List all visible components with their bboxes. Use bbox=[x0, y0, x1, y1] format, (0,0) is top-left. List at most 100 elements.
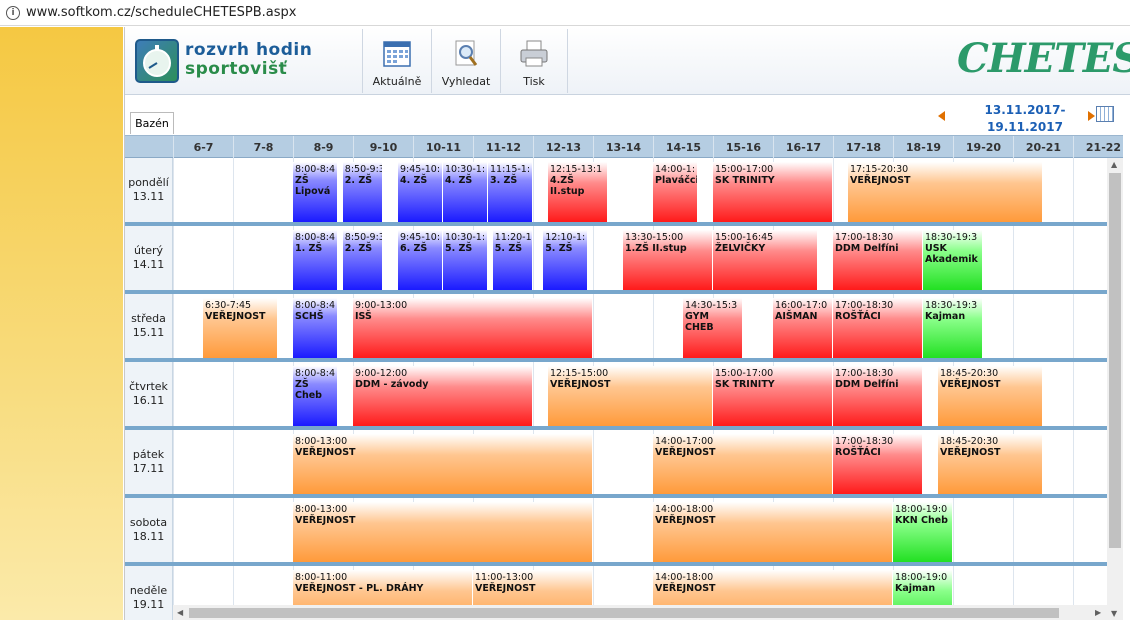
event-time: 11:00-13:00 bbox=[475, 572, 534, 583]
day-row-5: sobota 18.11 8:00-13:00 VEŘEJNOST 14:00-18:0… bbox=[125, 498, 1107, 562]
event-time: 11:15-1: bbox=[490, 164, 531, 175]
schedule-event[interactable]: 9:00-13:00 ISŠ bbox=[353, 298, 592, 358]
event-time: 8:50-9:3 bbox=[344, 164, 382, 175]
schedule-event[interactable]: 9:45-10: 6. ZŠ bbox=[398, 230, 442, 290]
day-row-1: úterý 14.11 8:00-8:4 1. ZŠ 8:50-9:3 2. ZŠ 9:45… bbox=[125, 226, 1107, 290]
hour-header-cell: 11-12 bbox=[473, 136, 533, 158]
scroll-up-icon[interactable]: ▲ bbox=[1111, 160, 1117, 169]
event-label: 2. ZŠ bbox=[344, 243, 373, 254]
schedule-event[interactable]: 13:30-15:00 1.ZŠ II.stup bbox=[623, 230, 712, 290]
hour-header-cell: 15-16 bbox=[713, 136, 773, 158]
event-time: 16:00-17:0 bbox=[775, 300, 828, 311]
event-label: 5. ZŠ bbox=[545, 243, 573, 254]
schedule-event[interactable]: 18:00-19:0 KKN Cheb bbox=[893, 502, 952, 562]
day-name: sobota bbox=[129, 516, 168, 529]
schedule-event[interactable]: 12:15-15:00 VEŘEJNOST bbox=[548, 366, 712, 426]
schedule-event[interactable]: 14:00-1: Plaváčci bbox=[653, 162, 697, 222]
app-header: rozvrh hodin sportovišť Aktuálně Vyhleda… bbox=[125, 27, 1130, 95]
schedule-event[interactable]: 9:45-10: 4. ZŠ bbox=[398, 162, 442, 222]
schedule-event[interactable]: 8:00-13:00 VEŘEJNOST bbox=[293, 434, 592, 494]
schedule-event[interactable]: 14:00-17:00 VEŘEJNOST bbox=[653, 434, 832, 494]
event-time: 10:30-1: bbox=[445, 164, 486, 175]
vertical-scrollbar[interactable]: ▲ ▼ bbox=[1107, 158, 1123, 620]
event-label: DDM Delfíni bbox=[835, 243, 899, 254]
event-label: 4. ZŠ bbox=[400, 175, 428, 186]
prev-week-arrow-icon[interactable] bbox=[938, 111, 945, 121]
info-icon[interactable]: i bbox=[6, 5, 20, 20]
calendar-picker-icon[interactable] bbox=[1096, 106, 1114, 122]
scroll-left-icon[interactable]: ◀ bbox=[177, 608, 183, 617]
tisk-button[interactable]: Tisk bbox=[500, 29, 568, 93]
next-week-arrow-icon[interactable] bbox=[1088, 111, 1095, 121]
event-label: ŽELVIČKY bbox=[715, 243, 766, 254]
day-date: 16.11 bbox=[132, 394, 165, 407]
schedule-event[interactable]: 18:30-19:3 USK Akademik bbox=[923, 230, 982, 290]
event-time: 9:00-12:00 bbox=[355, 368, 408, 379]
schedule-event[interactable]: 18:30-19:3 Kajman bbox=[923, 298, 982, 358]
app-logo: rozvrh hodin sportovišť bbox=[135, 37, 325, 85]
schedule-event[interactable]: 17:00-18:30 ROŠŤÁCI bbox=[833, 434, 922, 494]
schedule-event[interactable]: 16:00-17:0 AIŠMAN bbox=[773, 298, 832, 358]
event-time: 6:30-7:45 bbox=[205, 300, 252, 311]
event-label: USK Akademik bbox=[925, 243, 978, 265]
schedule-event[interactable]: 18:45-20:30 VEŘEJNOST bbox=[938, 366, 1042, 426]
schedule-event[interactable]: 17:00-18:30 ROŠŤÁCI bbox=[833, 298, 922, 358]
day-date: 19.11 bbox=[132, 598, 165, 611]
schedule-event[interactable]: 12:15-13:1 4.ZŠ II.stup bbox=[548, 162, 607, 222]
event-time: 8:00-8:4 bbox=[295, 232, 336, 243]
day-row-2: středa 15.11 6:30-7:45 VEŘEJNOST 8:00-8:4 SCH… bbox=[125, 294, 1107, 358]
day-label: čtvrtek 16.11 bbox=[125, 362, 173, 426]
hour-header-cell: 17-18 bbox=[833, 136, 893, 158]
browser-address-bar[interactable]: i www.softkom.cz/scheduleCHETESPB.aspx bbox=[0, 0, 1130, 26]
schedule-event[interactable]: 17:00-18:30 DDM Delfíni bbox=[833, 230, 922, 290]
event-label: VEŘEJNOST bbox=[550, 379, 611, 390]
schedule-event[interactable]: 9:00-12:00 DDM - závody bbox=[353, 366, 532, 426]
event-label: AIŠMAN bbox=[775, 311, 818, 322]
schedule-event[interactable]: 8:00-13:00 VEŘEJNOST bbox=[293, 502, 592, 562]
schedule-event[interactable]: 8:00-8:4 1. ZŠ bbox=[293, 230, 337, 290]
schedule-event[interactable]: 10:30-1: 5. ZŠ bbox=[443, 230, 487, 290]
schedule-event[interactable]: 12:10-1: 5. ZŠ bbox=[543, 230, 588, 290]
hour-header-cell: 7-8 bbox=[233, 136, 293, 158]
vyhledat-button[interactable]: Vyhledat bbox=[431, 29, 500, 93]
day-label: pátek 17.11 bbox=[125, 430, 173, 494]
schedule-event[interactable]: 15:00-17:00 SK TRINITY bbox=[713, 366, 832, 426]
hour-header-cell: 20-21 bbox=[1013, 136, 1073, 158]
schedule-event[interactable]: 11:15-1: 3. ZŠ bbox=[488, 162, 532, 222]
schedule-event[interactable]: 11:20-1: 5. ZŠ bbox=[492, 230, 532, 290]
event-label: SK TRINITY bbox=[715, 379, 775, 390]
event-time: 17:00-18:30 bbox=[835, 368, 894, 379]
event-label: VEŘEJNOST bbox=[205, 311, 266, 322]
scroll-right-icon[interactable]: ▶ bbox=[1095, 608, 1101, 617]
day-name: pátek bbox=[132, 448, 165, 461]
aktualne-button[interactable]: Aktuálně bbox=[362, 29, 431, 93]
vertical-scroll-thumb[interactable] bbox=[1109, 173, 1121, 548]
schedule-event[interactable]: 8:00-8:4 SCHŠ bbox=[293, 298, 337, 358]
scroll-down-icon[interactable]: ▼ bbox=[1111, 609, 1117, 618]
event-time: 10:30-1: bbox=[445, 232, 486, 243]
tab-bazen[interactable]: Bazén bbox=[130, 112, 174, 134]
event-time: 18:00-19:0 bbox=[895, 572, 948, 583]
schedule-event[interactable]: 17:00-18:30 DDM Delfíni bbox=[833, 366, 922, 426]
schedule-event[interactable]: 15:00-17:00 SK TRINITY bbox=[713, 162, 832, 222]
url-text[interactable]: www.softkom.cz/scheduleCHETESPB.aspx bbox=[26, 5, 296, 20]
horizontal-scrollbar[interactable]: ◀ ▶ bbox=[173, 605, 1107, 620]
event-label: ISŠ bbox=[355, 311, 372, 322]
schedule-event[interactable]: 15:00-16:45 ŽELVIČKY bbox=[713, 230, 817, 290]
schedule-event[interactable]: 8:50-9:3 2. ZŠ bbox=[342, 230, 382, 290]
schedule-event[interactable]: 14:00-18:00 VEŘEJNOST bbox=[653, 502, 892, 562]
day-date: 13.11 bbox=[132, 190, 165, 203]
event-time: 14:30-15:3 bbox=[685, 300, 738, 311]
schedule-event[interactable]: 6:30-7:45 VEŘEJNOST bbox=[203, 298, 277, 358]
schedule-event[interactable]: 8:00-8:4 ZŠ Lipová bbox=[293, 162, 337, 222]
schedule-event[interactable]: 10:30-1: 4. ZŠ bbox=[443, 162, 487, 222]
tisk-label: Tisk bbox=[523, 75, 545, 88]
schedule-event[interactable]: 8:00-8:4 ZŠ Cheb bbox=[293, 366, 337, 426]
schedule-event[interactable]: 18:45-20:30 VEŘEJNOST bbox=[938, 434, 1042, 494]
event-time: 9:45-10: bbox=[400, 164, 441, 175]
event-label: 3. ZŠ bbox=[490, 175, 518, 186]
horizontal-scroll-thumb[interactable] bbox=[189, 608, 1059, 618]
schedule-event[interactable]: 17:15-20:30 VEŘEJNOST bbox=[848, 162, 1042, 222]
schedule-event[interactable]: 8:50-9:3 2. ZŠ bbox=[342, 162, 382, 222]
schedule-event[interactable]: 14:30-15:3 GYM CHEB bbox=[683, 298, 742, 358]
